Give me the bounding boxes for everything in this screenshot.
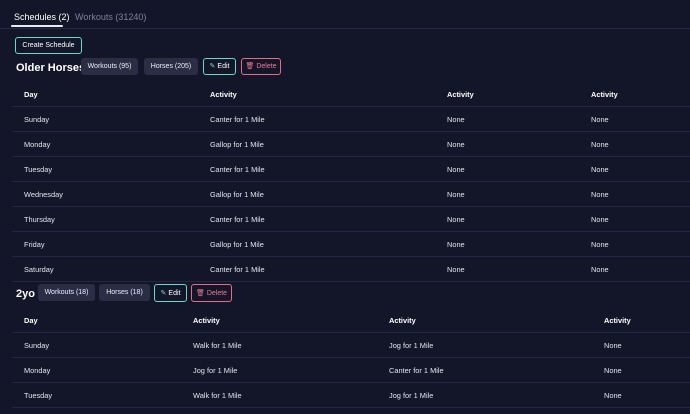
day-cell: Tuesday (12, 382, 181, 408)
activity-cell: None (592, 382, 690, 408)
day-cell: Sunday (12, 106, 198, 132)
tab-workouts[interactable]: Workouts (31240) (75, 11, 146, 23)
tab-bar: Schedules (2) Workouts (31240) (0, 0, 690, 29)
workouts-chip-button[interactable]: Workouts (95) (81, 58, 138, 75)
activity-cell: Canter for 1 Mile (198, 206, 435, 232)
table-header-row: Day Activity Activity Activity (12, 308, 690, 333)
activity-cell: Jog for 1 Mile (377, 332, 592, 358)
activity-cell: None (579, 206, 690, 232)
day-cell: Tuesday (12, 156, 198, 182)
horses-chip-button[interactable]: Horses (205) (144, 58, 198, 75)
activity-cell: None (592, 332, 690, 358)
workouts-chip-button[interactable]: Workouts (18) (38, 284, 95, 301)
table-row: Monday Gallop for 1 Mile None None (12, 131, 690, 157)
activity-cell: Canter for 1 Mile (198, 256, 435, 282)
column-header-day: Day (12, 308, 181, 333)
activity-cell: None (435, 131, 579, 157)
activity-cell: None (579, 106, 690, 132)
activity-cell: Jog for 1 Mile (181, 357, 377, 383)
activity-cell: None (435, 181, 579, 207)
delete-label: Delete (256, 63, 277, 70)
day-cell: Monday (12, 131, 198, 157)
activity-cell: Gallop for 1 Mile (198, 231, 435, 257)
activity-cell: None (579, 131, 690, 157)
table-row: Thursday Canter for 1 Mile None None (12, 206, 690, 232)
activity-cell: None (579, 156, 690, 182)
edit-schedule-button[interactable]: ✎ Edit (203, 58, 236, 75)
edit-schedule-button[interactable]: ✎ Edit (154, 284, 187, 302)
create-schedule-button[interactable]: Create Schedule (15, 37, 82, 54)
table-row: Wednesday Gallop for 1 Mile None None (12, 181, 690, 207)
column-header-activity: Activity (198, 82, 435, 107)
activity-cell: Canter for 1 Mile (198, 156, 435, 182)
column-header-activity: Activity (592, 308, 690, 333)
activity-cell: None (592, 357, 690, 383)
schedule-title: 2yo (16, 288, 35, 300)
activity-cell: None (435, 206, 579, 232)
activity-cell: Walk for 1 Mile (181, 382, 377, 408)
activity-cell: Gallop for 1 Mile (198, 131, 435, 157)
activity-cell: Jog for 1 Mile (377, 382, 592, 408)
table-row: Tuesday Walk for 1 Mile Jog for 1 Mile N… (12, 382, 690, 408)
activity-cell: None (579, 256, 690, 282)
schedule-table: Day Activity Activity Activity Sunday Ca… (12, 82, 690, 282)
day-cell: Saturday (12, 256, 198, 282)
delete-schedule-button[interactable]: 🗑 Delete (191, 284, 232, 302)
table-row: Sunday Walk for 1 Mile Jog for 1 Mile No… (12, 332, 690, 358)
schedule-table: Day Activity Activity Activity Sunday Wa… (12, 308, 690, 408)
table-row: Tuesday Canter for 1 Mile None None (12, 156, 690, 182)
activity-cell: None (435, 156, 579, 182)
table-row: Friday Gallop for 1 Mile None None (12, 231, 690, 257)
day-cell: Monday (12, 357, 181, 383)
day-cell: Wednesday (12, 181, 198, 207)
delete-schedule-button[interactable]: 🗑 Delete (241, 58, 281, 75)
trash-icon: 🗑 (195, 289, 205, 297)
activity-cell: None (435, 256, 579, 282)
delete-label: Delete (206, 289, 228, 297)
activity-cell: None (579, 181, 690, 207)
column-header-activity: Activity (377, 308, 592, 333)
column-header-day: Day (12, 82, 198, 107)
edit-label: Edit (168, 289, 181, 297)
table-row: Monday Jog for 1 Mile Canter for 1 Mile … (12, 357, 690, 383)
day-cell: Friday (12, 231, 198, 257)
activity-cell: None (579, 231, 690, 257)
pencil-icon: ✎ (160, 289, 167, 297)
activity-cell: Walk for 1 Mile (181, 332, 377, 358)
column-header-activity: Activity (579, 82, 690, 107)
day-cell: Thursday (12, 206, 198, 232)
table-row: Sunday Canter for 1 Mile None None (12, 106, 690, 132)
activity-cell: None (435, 231, 579, 257)
column-header-activity: Activity (181, 308, 377, 333)
table-row: Saturday Canter for 1 Mile None None (12, 256, 690, 282)
tab-schedules[interactable]: Schedules (2) (14, 11, 70, 23)
pencil-icon: ✎ (209, 63, 216, 70)
activity-cell: Canter for 1 Mile (198, 106, 435, 132)
edit-label: Edit (217, 63, 230, 70)
schedule-title: Older Horses (16, 62, 86, 74)
trash-icon: 🗑 (245, 63, 255, 70)
day-cell: Sunday (12, 332, 181, 358)
activity-cell: None (435, 106, 579, 132)
activity-cell: Gallop for 1 Mile (198, 181, 435, 207)
activity-cell: Canter for 1 Mile (377, 357, 592, 383)
table-header-row: Day Activity Activity Activity (12, 82, 690, 107)
active-tab-indicator (11, 25, 63, 27)
column-header-activity: Activity (435, 82, 579, 107)
horses-chip-button[interactable]: Horses (18) (99, 284, 150, 301)
